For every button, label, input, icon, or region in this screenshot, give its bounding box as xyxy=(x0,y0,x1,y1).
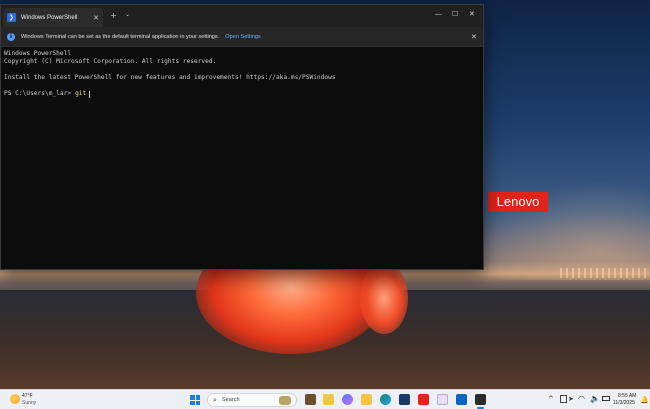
app-icon[interactable] xyxy=(437,394,448,405)
close-button[interactable]: ✕ xyxy=(469,10,475,18)
notification-bell-icon[interactable]: 🔔 xyxy=(640,396,649,404)
maximize-button[interactable]: ☐ xyxy=(452,10,458,18)
start-icon xyxy=(195,400,200,405)
prompt-line[interactable]: PS C:\Users\m_lar> git xyxy=(4,90,480,98)
light-orb-secondary xyxy=(360,262,408,334)
battery-icon[interactable] xyxy=(602,396,610,401)
start-icon xyxy=(195,395,200,400)
copilot-icon[interactable] xyxy=(342,394,353,405)
info-bar: i Windows Terminal can be set as the def… xyxy=(1,27,483,47)
powershell-icon: ❯ xyxy=(7,13,16,22)
search-icon: ⌕ xyxy=(213,395,217,404)
search-box[interactable]: ⌕ Search xyxy=(207,393,297,407)
minimize-button[interactable]: — xyxy=(435,10,442,18)
taskbar: 47°F Sunny ⌕ Search ^ ➤ ◠ 🔈 8:55 AM 11/3… xyxy=(0,389,650,409)
weather-sun-icon[interactable] xyxy=(10,394,20,404)
tray-app-icon[interactable] xyxy=(560,395,567,403)
tab-dropdown-icon[interactable]: ⌄ xyxy=(125,11,130,18)
search-highlight-icon xyxy=(279,395,291,405)
prompt: PS C:\Users\m_lar> xyxy=(4,90,72,97)
desktop: Lenovo ❯ Windows PowerShell ✕ + ⌄ — ☐ ✕ … xyxy=(0,0,650,409)
info-close-icon[interactable]: ✕ xyxy=(471,33,477,41)
wifi-icon[interactable]: ◠ xyxy=(578,394,585,403)
terminal-window[interactable]: ❯ Windows PowerShell ✕ + ⌄ — ☐ ✕ i Windo… xyxy=(0,4,484,270)
tab-title: Windows PowerShell xyxy=(21,14,78,21)
lenovo-vantage-icon[interactable] xyxy=(418,394,429,405)
widgets-icon[interactable] xyxy=(323,394,334,405)
start-icon xyxy=(190,395,195,400)
info-message: Windows Terminal can be set as the defau… xyxy=(21,33,220,40)
start-button[interactable] xyxy=(190,395,200,405)
output-line: Install the latest PowerShell for new fe… xyxy=(4,74,336,81)
text-cursor xyxy=(89,90,91,98)
terminal-output[interactable]: Windows PowerShell Copyright (C) Microso… xyxy=(1,47,483,101)
new-tab-button[interactable]: + xyxy=(110,11,117,20)
edge-icon[interactable] xyxy=(380,394,391,405)
output-line: Copyright (C) Microsoft Corporation. All… xyxy=(4,58,217,65)
outlook-icon[interactable] xyxy=(456,394,467,405)
info-icon: i xyxy=(7,32,15,41)
tray-overflow-chevron-icon[interactable]: ^ xyxy=(548,395,554,403)
tab-close-icon[interactable]: ✕ xyxy=(93,14,99,22)
volume-icon[interactable]: 🔈 xyxy=(590,394,600,403)
weather-condition[interactable]: Sunny xyxy=(22,400,36,406)
lenovo-logo: Lenovo xyxy=(488,192,548,212)
open-settings-link[interactable]: Open Settings xyxy=(225,34,260,40)
tab-powershell[interactable]: ❯ Windows PowerShell ✕ xyxy=(3,8,103,27)
file-explorer-icon[interactable] xyxy=(361,394,372,405)
weather-temp[interactable]: 47°F xyxy=(22,393,33,399)
clock-date[interactable]: 11/3/2025 xyxy=(613,400,635,406)
clock-time[interactable]: 8:55 AM xyxy=(618,393,636,399)
search-placeholder: Search xyxy=(221,397,240,403)
store-icon[interactable] xyxy=(399,394,410,405)
city-lights xyxy=(560,268,650,278)
task-view-icon[interactable] xyxy=(305,394,316,405)
terminal-icon[interactable] xyxy=(475,394,486,405)
tab-bar: ❯ Windows PowerShell ✕ + ⌄ — ☐ ✕ xyxy=(1,5,483,27)
command-text[interactable]: git xyxy=(75,90,86,98)
output-line: Windows PowerShell xyxy=(4,50,72,57)
location-icon[interactable]: ➤ xyxy=(568,395,574,403)
start-icon xyxy=(190,400,195,405)
